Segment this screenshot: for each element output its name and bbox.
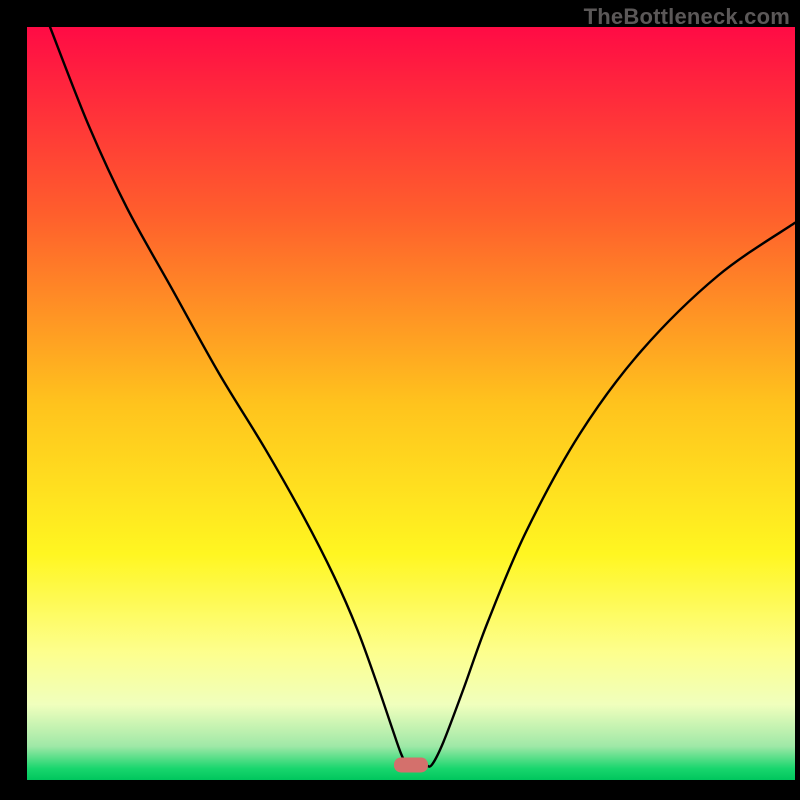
- optimal-marker: [394, 757, 428, 772]
- bottleneck-chart: [0, 0, 800, 800]
- plot-area: [27, 27, 795, 780]
- chart-frame: TheBottleneck.com: [0, 0, 800, 800]
- watermark-text: TheBottleneck.com: [584, 4, 790, 30]
